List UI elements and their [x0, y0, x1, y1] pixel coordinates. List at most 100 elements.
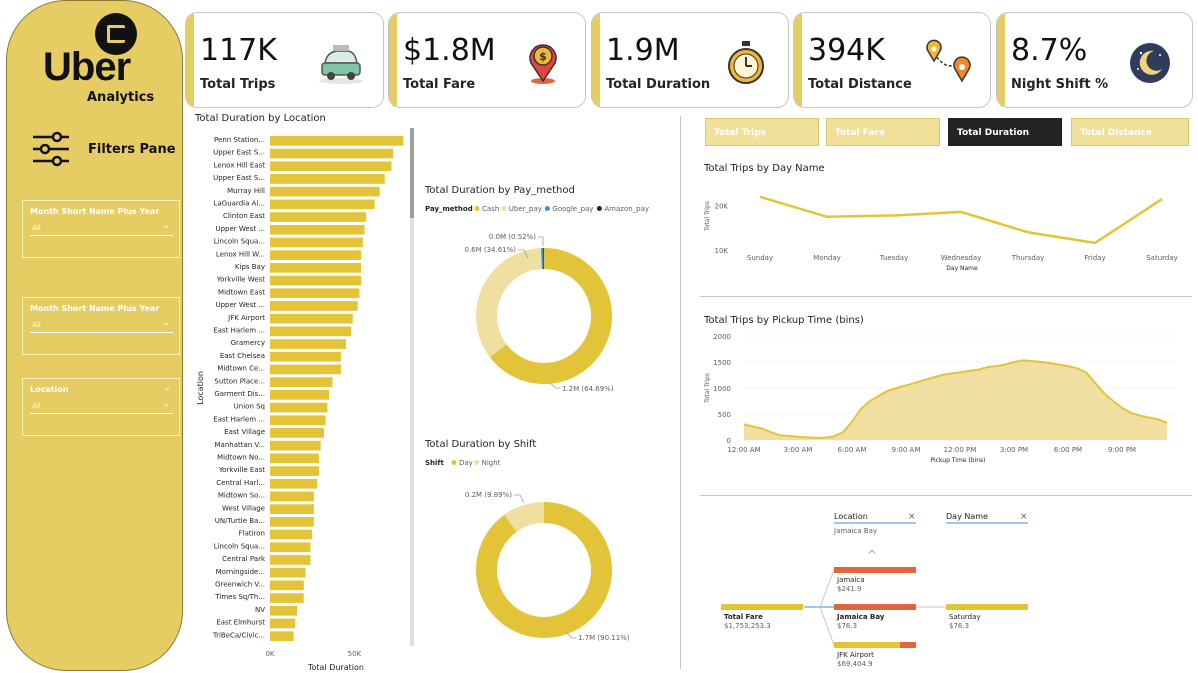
- sliders-icon[interactable]: [31, 131, 71, 167]
- bar-category-label: Upper East S...: [213, 174, 265, 182]
- kpi-card-night-shift: 8.7% Night Shift %: [996, 12, 1193, 108]
- x-tick-label: Monday: [813, 254, 841, 262]
- kpi-card-total-distance: 394K Total Distance: [793, 12, 991, 108]
- chevron-down-icon: ⌄: [162, 318, 170, 328]
- button-total-fare[interactable]: Total Fare: [826, 118, 940, 146]
- bar-category-label: East Harlem ...: [213, 415, 265, 423]
- area-chart-title: Total Trips by Pickup Time (bins): [704, 315, 864, 326]
- y-tick-label: 0: [727, 437, 731, 445]
- tree-node-label: Jamaica: [836, 576, 865, 584]
- vertical-divider: [680, 116, 681, 669]
- bar: [270, 250, 362, 260]
- bar: [270, 415, 326, 426]
- bar: [270, 402, 328, 413]
- area-chart-pickup-time: 2000 1500 1000 500 0 Total Trips 12:00 AM 3:00 …: [704, 333, 1176, 464]
- slicer-dropdown[interactable]: All ⌄: [30, 221, 173, 236]
- svg-text:$: $: [539, 50, 547, 63]
- x-axis-label: Day Name: [946, 265, 978, 272]
- bar: [270, 390, 330, 400]
- legend-marker: [474, 460, 480, 465]
- route-icon: [926, 39, 971, 83]
- x-tick-label: 6:00 AM: [838, 446, 867, 454]
- kpi-label: Total Fare: [403, 77, 476, 92]
- x-tick-label: Sunday: [747, 254, 773, 262]
- tree-root-bar: [721, 604, 803, 610]
- slicer-title: Month Short Name Plus Year: [30, 207, 160, 216]
- bar-category-label: West Village: [222, 504, 265, 512]
- bar-category-label: Gramercy: [231, 339, 265, 347]
- bar: [270, 313, 353, 324]
- bar-category-label: Union Sq: [234, 403, 265, 411]
- button-total-distance[interactable]: Total Distance: [1071, 118, 1189, 146]
- tree-root-value: $1,753,253.3: [724, 622, 771, 630]
- filters-pane-label: Filters Pane: [88, 142, 176, 157]
- filters-pane: Uber Analytics Filters Pane Month Short …: [6, 0, 183, 671]
- x-tick-label: Tuesday: [879, 254, 908, 262]
- bar: [270, 567, 306, 578]
- line-chart-dayname: 20K 10K Total Trips Sunday Monday Tuesday Wedn…: [704, 195, 1178, 272]
- data-label-leader: [514, 494, 525, 504]
- bar-category-label: Greenwich V...: [215, 581, 265, 589]
- button-total-duration[interactable]: Total Duration: [948, 118, 1062, 146]
- bar-category-label: Lincoln Squa...: [214, 542, 265, 550]
- bar-category-label: Midtown So...: [218, 492, 265, 500]
- bar-category-label: Flatiron: [239, 530, 265, 538]
- slicer-dropdown[interactable]: All ⌄: [30, 399, 173, 414]
- car-icon: [319, 45, 363, 84]
- bar: [270, 212, 367, 222]
- kpi-card-total-fare: $1.8M Total Fare $: [388, 12, 586, 108]
- bar-chart-location: Penn Station... Upper East S... Lenox Hill…: [196, 136, 404, 672]
- data-label: 1.7M (90.11%): [578, 634, 630, 642]
- donut-chart-shift: Shift Day Night 1.7M (90.11%) 0.2M (9.89%): [425, 459, 630, 642]
- slicer-value: All: [32, 402, 41, 410]
- kpi-card-total-duration: 1.9M Total Duration: [591, 12, 789, 108]
- kpi-label: Total Trips: [200, 77, 276, 92]
- brand-subtitle: Analytics: [87, 90, 155, 105]
- bar-category-label: LaGuardia Ai...: [214, 200, 265, 208]
- legend-label: Night: [482, 459, 501, 467]
- moon-icon: [1130, 43, 1170, 83]
- bar: [270, 605, 297, 616]
- bar-chart-scroll-thumb[interactable]: [410, 128, 414, 218]
- x-tick-label: 3:00 AM: [784, 446, 813, 454]
- legend-label: Day: [459, 459, 473, 467]
- tree-level-selected: Jamaica Bay: [833, 527, 877, 535]
- y-axis-label: Total Trips: [704, 373, 711, 404]
- kpi-value: 8.7%: [1011, 33, 1088, 68]
- close-icon: ×: [908, 512, 916, 522]
- bar-chart-title: Total Duration by Location: [195, 113, 326, 124]
- button-total-trips[interactable]: Total Trips: [705, 118, 819, 146]
- tree-root-label: Total Fare: [724, 613, 763, 621]
- close-icon: ×: [1020, 512, 1028, 522]
- y-tick-label: 10K: [715, 247, 729, 255]
- x-axis-label: Total Duration: [307, 663, 364, 672]
- bar: [270, 453, 319, 464]
- bar: [270, 288, 360, 299]
- bar: [270, 364, 341, 375]
- tree-node-value: $76.3: [949, 622, 969, 630]
- slicer-dropdown[interactable]: All ⌄: [30, 318, 173, 333]
- bar: [270, 440, 321, 451]
- bar: [270, 580, 304, 591]
- chevron-down-icon[interactable]: ⌄: [163, 383, 171, 393]
- legend-marker: [544, 206, 550, 211]
- brand-logo: Uber: [43, 45, 131, 89]
- bar-category-label: Midtown East: [218, 288, 265, 296]
- bar-category-label: Manhattan V...: [215, 441, 266, 449]
- kpi-label: Night Shift %: [1011, 77, 1109, 92]
- bar-category-label: Yorkville East: [218, 466, 265, 474]
- bar: [270, 478, 318, 489]
- x-tick-label: 3:00 PM: [1000, 446, 1028, 454]
- x-tick-label: 50K: [348, 650, 362, 658]
- slicer-month-1: Month Short Name Plus Year All ⌄: [22, 200, 180, 258]
- chevron-down-icon: ⌄: [162, 399, 170, 409]
- bar: [270, 174, 385, 184]
- data-label: 0.0M (0.52%): [489, 233, 536, 241]
- tree-node-value: $76.3: [837, 622, 857, 630]
- bar-category-label: Upper East S...: [213, 149, 265, 157]
- money-pin-icon: $: [529, 44, 557, 84]
- bar: [270, 517, 314, 527]
- legend-marker: [596, 206, 602, 211]
- decomposition-tree: Location × Jamaica Bay Day Name × ^ Tota…: [721, 512, 1028, 668]
- bar-category-label: Clinton East: [223, 212, 265, 220]
